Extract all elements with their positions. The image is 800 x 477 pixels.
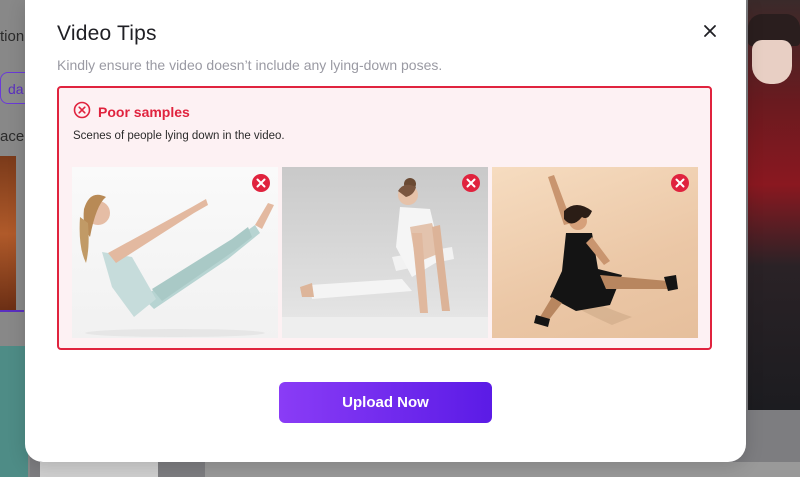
background-divider [0, 310, 24, 312]
modal-subtitle: Kindly ensure the video doesn’t include … [57, 57, 443, 73]
poor-samples-description: Scenes of people lying down in the video… [73, 130, 285, 142]
background-thumbnail [0, 156, 16, 312]
close-icon[interactable] [699, 20, 721, 42]
upload-now-button[interactable]: Upload Now [279, 382, 492, 423]
background-card [40, 462, 158, 477]
background-thumbnail-2 [0, 346, 28, 477]
background-character-face [752, 40, 792, 84]
poor-samples-panel: Poor samples Scenes of people lying down… [57, 86, 712, 350]
reject-badge-icon [461, 173, 481, 193]
modal-title: Video Tips [57, 22, 157, 45]
poor-sample-image-3 [492, 167, 698, 338]
poor-samples-title: Poor samples [98, 104, 190, 120]
reject-badge-icon [670, 173, 690, 193]
background-text-2: ace [0, 128, 25, 145]
poor-sample-image-2 [282, 167, 488, 338]
poor-samples-header: Poor samples [73, 101, 190, 124]
error-circle-icon [73, 101, 91, 124]
poor-sample-image-1 [72, 167, 278, 338]
reject-badge-icon [251, 173, 271, 193]
background-text-1: tion [0, 28, 25, 45]
background-card-2 [205, 462, 800, 477]
video-tips-modal: Video Tips Kindly ensure the video doesn… [25, 0, 746, 462]
